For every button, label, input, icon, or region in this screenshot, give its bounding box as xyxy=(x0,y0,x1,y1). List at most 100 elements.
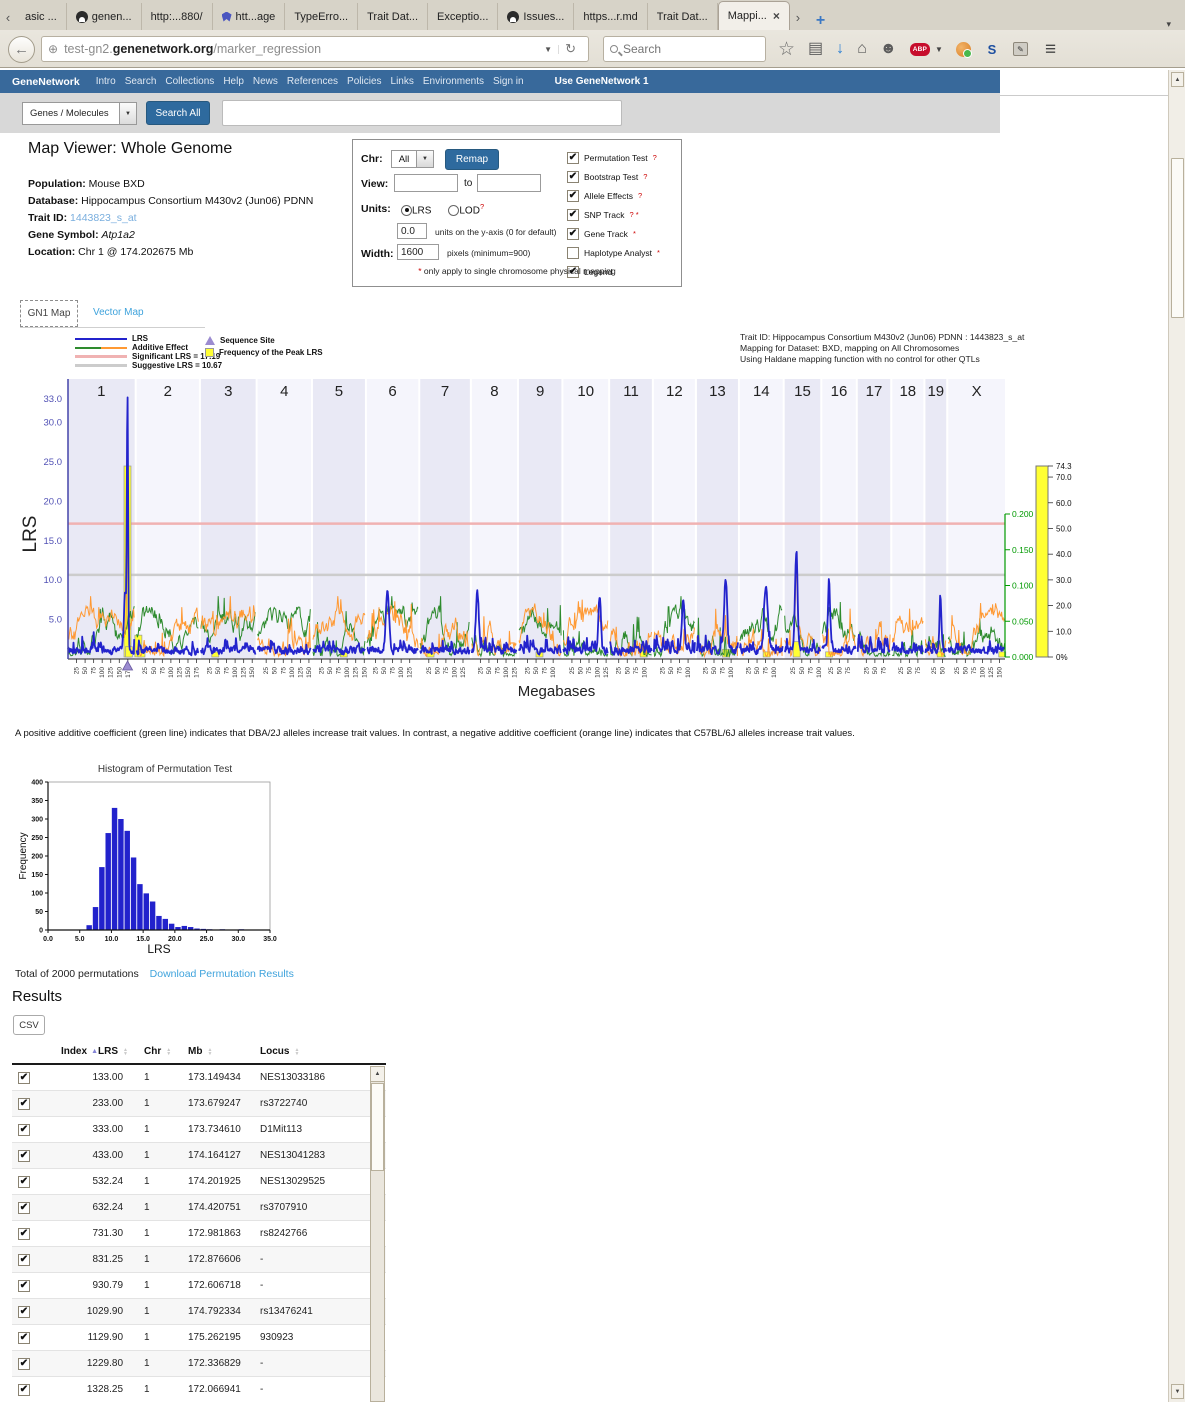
row-checkbox[interactable] xyxy=(18,1228,30,1240)
checkbox-snp-track[interactable] xyxy=(567,209,579,221)
reload-icon[interactable]: ↻ xyxy=(559,41,582,57)
bookmark-star-icon[interactable]: ☆ xyxy=(778,40,795,59)
nav-item-intro[interactable]: Intro xyxy=(96,76,116,87)
row-checkbox[interactable] xyxy=(18,1254,30,1266)
checkbox-gene-track[interactable] xyxy=(567,228,579,240)
browser-tab-mappi[interactable]: Mappi...× xyxy=(718,1,790,30)
adblock-icon[interactable]: ABP xyxy=(910,43,930,56)
page-scroll-down-icon[interactable]: ▼ xyxy=(1171,1384,1184,1399)
browser-tab-htt-age[interactable]: htt...age xyxy=(213,3,286,30)
page-scroll-up-icon[interactable]: ▲ xyxy=(1171,72,1184,87)
url-bar[interactable]: ⊕ test-gn2.genenetwork.org/marker_regres… xyxy=(41,36,589,62)
nav-item-news[interactable]: News xyxy=(253,76,278,87)
column-header-chr[interactable]: Chr▲▼ xyxy=(144,1046,188,1057)
width-input[interactable] xyxy=(397,244,439,260)
page-scroll-thumb[interactable] xyxy=(1171,158,1184,318)
session-manager-icon[interactable]: S xyxy=(984,41,1000,57)
home-icon[interactable]: ⌂ xyxy=(857,41,867,57)
remap-button[interactable]: Remap xyxy=(445,149,499,170)
checkbox-haplotype-analyst[interactable] xyxy=(567,247,579,259)
browser-tab-https-r-md[interactable]: https...r.md xyxy=(574,3,647,30)
browser-tab-issues[interactable]: Issues... xyxy=(498,3,574,30)
yaxis-units-input[interactable] xyxy=(397,223,427,239)
view-to-input[interactable] xyxy=(477,174,541,192)
sort-icon[interactable]: ▲▼ xyxy=(166,1048,171,1056)
nav-item-policies[interactable]: Policies xyxy=(347,76,381,87)
gn-search-input[interactable] xyxy=(222,100,622,126)
row-checkbox[interactable] xyxy=(18,1332,30,1344)
row-checkbox[interactable] xyxy=(18,1306,30,1318)
row-checkbox[interactable] xyxy=(18,1202,30,1214)
tab-scroll-right-icon[interactable]: › xyxy=(790,4,806,30)
tab-scroll-left-icon[interactable]: ‹ xyxy=(0,4,16,30)
sort-icon[interactable]: ▲▼ xyxy=(207,1048,212,1056)
row-checkbox[interactable] xyxy=(18,1072,30,1084)
sort-icon[interactable]: ▲▼ xyxy=(294,1048,299,1056)
back-button[interactable]: ← xyxy=(8,36,35,63)
nav-item-collections[interactable]: Collections xyxy=(165,76,214,87)
addon-orange-icon[interactable] xyxy=(956,42,971,57)
browser-search-box[interactable] xyxy=(603,36,766,62)
nav-item-references[interactable]: References xyxy=(287,76,338,87)
browser-tab-trait-dat[interactable]: Trait Dat... xyxy=(648,3,718,30)
category-select[interactable]: Genes / Molecules xyxy=(22,102,120,125)
table-scroll-up-icon[interactable]: ▲ xyxy=(371,1067,384,1082)
chat-icon[interactable]: ☻ xyxy=(880,41,897,57)
row-checkbox[interactable] xyxy=(18,1124,30,1136)
genenetwork-brand[interactable]: GeneNetwork xyxy=(12,76,80,88)
nav-item-search[interactable]: Search xyxy=(125,76,157,87)
column-header-index[interactable]: Index▲ xyxy=(46,1046,98,1057)
tab-vector-map[interactable]: Vector Map xyxy=(93,307,144,318)
column-header-lrs[interactable]: LRS▲▼ xyxy=(98,1046,144,1057)
browser-tab-typeerro[interactable]: TypeErro... xyxy=(285,3,358,30)
chr-select-dropdown-icon[interactable]: ▼ xyxy=(417,150,434,168)
reading-list-icon[interactable]: ▤ xyxy=(808,41,823,57)
adblock-dropdown-icon[interactable]: ▼ xyxy=(935,45,943,54)
download-permutation-link[interactable]: Download Permutation Results xyxy=(150,968,294,980)
use-genenetwork1-link[interactable]: Use GeneNetwork 1 xyxy=(555,76,649,87)
units-help-icon[interactable]: ? xyxy=(480,202,484,211)
category-dropdown-icon[interactable]: ▼ xyxy=(120,102,137,125)
column-header-mb[interactable]: Mb▲▼ xyxy=(188,1046,260,1057)
tab-list-dropdown-icon[interactable]: ▾ xyxy=(1158,19,1179,30)
tab-gn1-map[interactable]: GN1 Map xyxy=(20,300,78,327)
table-scrollbar[interactable]: ▲ xyxy=(370,1066,385,1402)
browser-tab-genen[interactable]: genen... xyxy=(67,3,142,30)
new-tab-button[interactable]: + xyxy=(806,12,835,30)
csv-button[interactable]: CSV xyxy=(13,1015,45,1035)
url-dropdown-icon[interactable]: ▼ xyxy=(538,45,559,54)
column-header-locus[interactable]: Locus▲▼ xyxy=(260,1046,370,1057)
browser-search-input[interactable] xyxy=(623,42,743,56)
browser-tab-http-880[interactable]: http:...880/ xyxy=(142,3,213,30)
tab-close-icon[interactable]: × xyxy=(773,9,780,23)
nav-item-help[interactable]: Help xyxy=(223,76,244,87)
menu-icon[interactable]: ≡ xyxy=(1045,40,1056,59)
site-identity-icon[interactable]: ⊕ xyxy=(48,42,58,56)
browser-tab-exceptio[interactable]: Exceptio... xyxy=(428,3,498,30)
chr-select[interactable]: All xyxy=(391,150,417,168)
page-scrollbar[interactable]: ▲ ▼ xyxy=(1168,70,1185,1402)
lrs-radio[interactable] xyxy=(401,205,412,216)
checkbox-permutation-test[interactable] xyxy=(567,152,579,164)
checkbox-allele-effects[interactable] xyxy=(567,190,579,202)
row-checkbox[interactable] xyxy=(18,1176,30,1188)
row-checkbox[interactable] xyxy=(18,1280,30,1292)
nav-item-sign-in[interactable]: Sign in xyxy=(493,76,524,87)
checkbox-bootstrap-test[interactable] xyxy=(567,171,579,183)
nav-item-links[interactable]: Links xyxy=(391,76,414,87)
table-scroll-thumb[interactable] xyxy=(371,1083,384,1171)
search-all-button[interactable]: Search All xyxy=(146,101,210,125)
browser-tab-trait-dat[interactable]: Trait Dat... xyxy=(358,3,428,30)
sort-icon[interactable]: ▲▼ xyxy=(123,1048,128,1056)
field-value[interactable]: 1443823_s_at xyxy=(70,212,137,224)
sort-asc-icon[interactable]: ▲ xyxy=(91,1048,98,1055)
row-checkbox[interactable] xyxy=(18,1150,30,1162)
view-from-input[interactable] xyxy=(394,174,458,192)
download-icon[interactable]: ↓ xyxy=(836,41,844,57)
row-checkbox[interactable] xyxy=(18,1384,30,1396)
screengrab-icon[interactable]: ✎ xyxy=(1013,42,1028,56)
row-checkbox[interactable] xyxy=(18,1098,30,1110)
lod-radio[interactable] xyxy=(448,205,459,216)
row-checkbox[interactable] xyxy=(18,1358,30,1370)
nav-item-environments[interactable]: Environments xyxy=(423,76,484,87)
